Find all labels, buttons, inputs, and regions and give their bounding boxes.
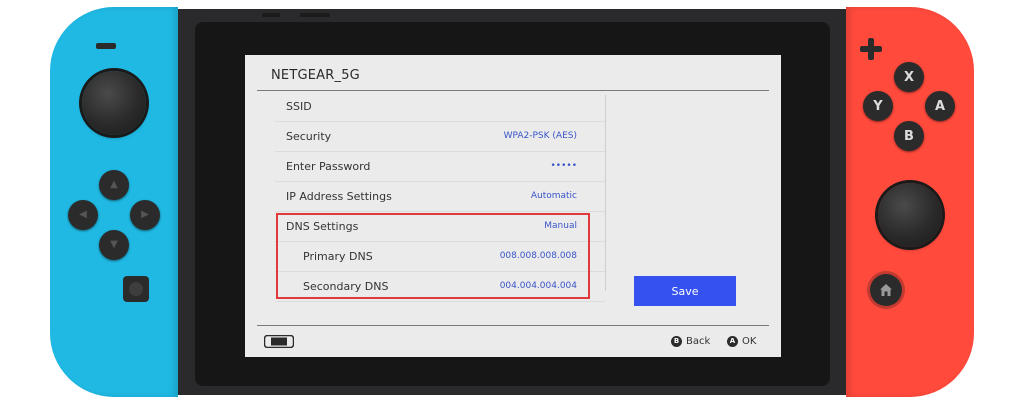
home-button[interactable] (870, 274, 902, 306)
arrow-left-icon: ◀ (79, 209, 87, 220)
a-button[interactable]: A (925, 91, 955, 121)
setting-row-security[interactable]: Security WPA2-PSK (AES) (275, 122, 605, 152)
setting-row-ip-address[interactable]: IP Address Settings Automatic (275, 182, 605, 212)
a-button-icon: A (727, 336, 738, 347)
save-button[interactable]: Save (634, 276, 736, 306)
power-button[interactable] (262, 13, 280, 17)
dpad-down-button[interactable]: ▼ (99, 230, 129, 260)
b-button[interactable]: B (894, 121, 924, 151)
row-value: 008.008.008.008 (499, 251, 577, 261)
row-value: Automatic (530, 191, 577, 201)
y-button[interactable]: Y (863, 91, 893, 121)
setting-row-primary-dns[interactable]: Primary DNS 008.008.008.008 (275, 242, 605, 272)
right-analog-stick[interactable] (878, 183, 942, 247)
volume-button[interactable] (300, 13, 330, 17)
ok-hint[interactable]: A OK (727, 336, 756, 347)
row-value: 004.004.004.004 (499, 281, 577, 291)
row-label: Secondary DNS (303, 280, 389, 293)
row-value: ••••• (550, 161, 577, 171)
arrow-up-icon: ▲ (110, 179, 118, 190)
screen-header: NETGEAR_5G (245, 55, 781, 90)
scrollbar[interactable] (605, 95, 606, 291)
left-analog-stick[interactable] (82, 71, 146, 135)
back-label: Back (686, 336, 711, 347)
row-label: SSID (286, 100, 312, 113)
dpad-up-button[interactable]: ▲ (99, 170, 129, 200)
row-label: Primary DNS (303, 250, 373, 263)
row-value: Manual (544, 221, 577, 231)
arrow-down-icon: ▼ (110, 239, 118, 250)
x-button[interactable]: X (894, 62, 924, 92)
row-label: Enter Password (286, 160, 371, 173)
ok-label: OK (742, 336, 757, 347)
left-joycon (50, 7, 178, 397)
capture-icon (129, 282, 143, 296)
setting-row-ssid[interactable]: SSID (275, 92, 605, 122)
plus-button[interactable] (860, 38, 882, 60)
capture-button[interactable] (123, 276, 149, 302)
network-settings-screen: NETGEAR_5G SSID Security WPA2-PSK (AES) … (245, 55, 781, 357)
home-icon (880, 284, 892, 296)
dpad-left-button[interactable]: ◀ (68, 200, 98, 230)
row-label: Security (286, 130, 332, 143)
setting-row-password[interactable]: Enter Password ••••• (275, 152, 605, 182)
settings-list: SSID Security WPA2-PSK (AES) Enter Passw… (275, 92, 605, 304)
b-button-icon: B (671, 336, 682, 347)
back-hint[interactable]: B Back (671, 336, 710, 347)
network-name-title: NETGEAR_5G (271, 68, 360, 83)
controller-icon (264, 335, 294, 348)
setting-row-secondary-dns[interactable]: Secondary DNS 004.004.004.004 (275, 272, 605, 302)
minus-button[interactable] (96, 43, 116, 49)
row-value: WPA2-PSK (AES) (503, 131, 577, 141)
screen-footer: B Back A OK (245, 326, 781, 357)
dpad-right-button[interactable]: ▶ (130, 200, 160, 230)
header-divider (257, 90, 769, 91)
row-label: IP Address Settings (286, 190, 392, 203)
row-label: DNS Settings (286, 220, 359, 233)
arrow-right-icon: ▶ (141, 209, 149, 220)
setting-row-dns-settings[interactable]: DNS Settings Manual (275, 212, 605, 242)
switch-console-image: ▲ ◀ ▶ ▼ X Y A B NETGEAR_5G SSID Security… (0, 0, 1024, 404)
